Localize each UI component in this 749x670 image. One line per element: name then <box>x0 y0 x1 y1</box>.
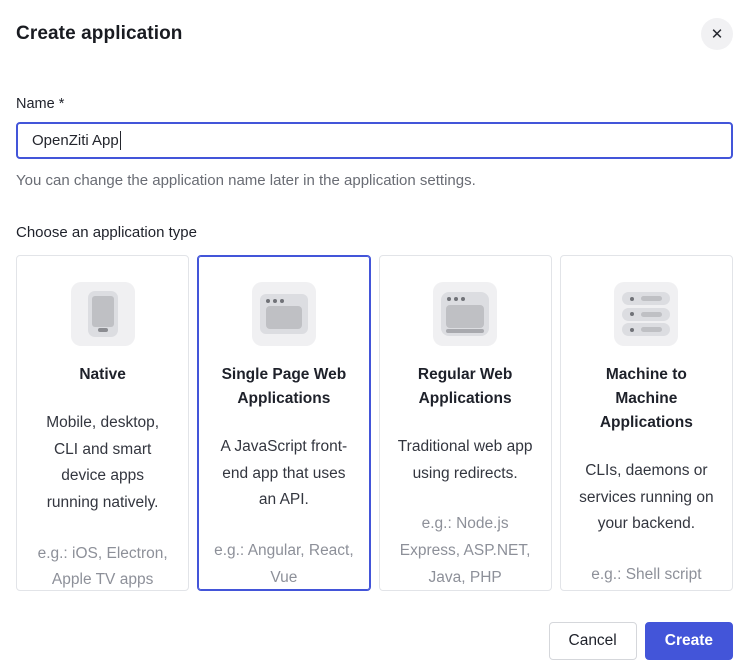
browser-server-icon <box>433 282 497 346</box>
card-description: Mobile, desktop, CLI and smart device ap… <box>35 410 171 517</box>
name-field-label: Name * <box>16 96 733 112</box>
card-title: Regular Web Applications <box>402 363 528 411</box>
application-type-card-native[interactable]: Native Mobile, desktop, CLI and smart de… <box>16 255 189 591</box>
card-description: CLIs, daemons or services running on you… <box>578 458 714 538</box>
card-description: Traditional web app using redirects. <box>397 434 533 487</box>
card-example: e.g.: Angular, React, Vue <box>213 538 355 591</box>
mobile-phone-icon <box>71 282 135 346</box>
browser-window-icon <box>252 282 316 346</box>
create-application-dialog: Create application ✕ Name * OpenZiti App… <box>0 0 749 670</box>
card-example: e.g.: Shell script <box>575 562 717 589</box>
create-button[interactable]: Create <box>645 622 733 660</box>
dialog-header: Create application ✕ <box>16 0 733 50</box>
card-title: Native <box>40 363 166 387</box>
card-title: Single Page Web Applications <box>221 363 347 411</box>
application-type-cards: Native Mobile, desktop, CLI and smart de… <box>16 255 733 591</box>
card-description: A JavaScript front-end app that uses an … <box>216 434 352 514</box>
application-name-value: OpenZiti App <box>32 132 119 149</box>
application-type-card-single-page-web[interactable]: Single Page Web Applications A JavaScrip… <box>197 255 370 591</box>
close-icon: ✕ <box>711 27 724 42</box>
application-name-input[interactable]: OpenZiti App <box>16 122 733 159</box>
server-stack-icon <box>614 282 678 346</box>
dialog-title: Create application <box>16 23 183 45</box>
close-button[interactable]: ✕ <box>701 18 733 50</box>
application-type-card-machine-to-machine[interactable]: Machine to Machine Applications CLIs, da… <box>560 255 733 591</box>
card-title: Machine to Machine Applications <box>583 363 709 435</box>
cancel-button[interactable]: Cancel <box>549 622 637 660</box>
text-caret <box>120 131 122 150</box>
card-example: e.g.: iOS, Electron, Apple TV apps <box>32 541 174 594</box>
application-type-label: Choose an application type <box>16 224 733 241</box>
required-marker: * <box>59 96 65 112</box>
application-type-card-regular-web[interactable]: Regular Web Applications Traditional web… <box>379 255 552 591</box>
dialog-footer: Cancel Create <box>16 622 733 660</box>
card-example: e.g.: Node.js Express, ASP.NET, Java, PH… <box>394 511 536 591</box>
name-helper-text: You can change the application name late… <box>16 172 733 189</box>
